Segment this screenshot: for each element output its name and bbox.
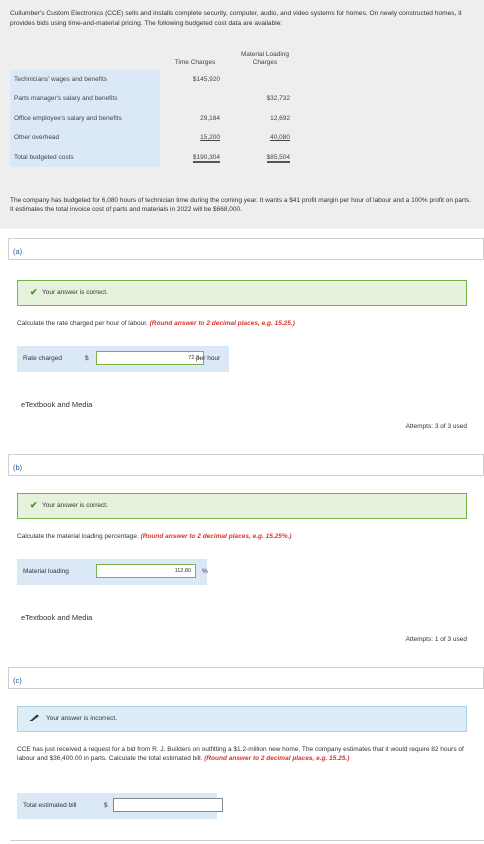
check-icon: ✔ — [30, 287, 38, 297]
row-label: Total budgeted costs — [10, 147, 160, 167]
answer-label: Total estimated bill — [23, 802, 77, 809]
table-row: Other overhead 15,200 40,080 — [10, 128, 300, 148]
table-row: Parts manager's salary and benefits $32,… — [10, 89, 300, 109]
question-hint: (Round answer to 2 decimal places, e.g. … — [140, 533, 292, 540]
status-text: Your answer is correct. — [42, 289, 108, 296]
table-row: Technicians' wages and benefits $145,920 — [10, 69, 300, 90]
part-c-question: CCE has just received a request for a bi… — [17, 745, 467, 763]
material-cell: $32,732 — [266, 95, 291, 103]
question-text: Calculate the rate charged per hour of l… — [17, 320, 148, 327]
material-cell: 12,692 — [270, 114, 290, 122]
part-b-label: (b) — [13, 463, 23, 472]
etextbook-link[interactable]: eTextbook and Media — [21, 400, 92, 409]
part-a-status-banner: ✔ Your answer is correct. — [17, 280, 467, 306]
part-a-answer-row: Rate charged $ 72.3 per hour — [17, 346, 229, 372]
answer-label: Rate charged — [23, 355, 63, 362]
row-label: Parts manager's salary and benefits — [10, 89, 160, 109]
time-cell: 15,200 — [200, 134, 220, 142]
part-c-header: (c) — [8, 667, 484, 689]
question-hint: (Round answer to 2 decimal places, e.g. … — [149, 320, 295, 327]
time-cell — [160, 89, 230, 109]
part-b-header: (b) — [8, 454, 484, 476]
material-cell: 40,080 — [270, 134, 290, 142]
material-loading-input[interactable]: 112.80 — [96, 564, 196, 578]
currency-symbol: $ — [85, 355, 89, 362]
row-label: Technicians' wages and benefits — [10, 69, 160, 89]
attempts-counter: Attempts: 3 of 3 used — [405, 423, 467, 430]
material-cell: $85,504 — [266, 153, 290, 163]
divider — [10, 840, 484, 841]
table-row: Office employee's salary and benefits 29… — [10, 108, 300, 128]
total-bill-input[interactable] — [113, 798, 223, 812]
part-c-status-banner: Your answer is incorrect. — [17, 706, 467, 732]
part-b-answer-row: Material loading 112.80 % — [17, 559, 208, 585]
row-label: Other overhead — [10, 128, 160, 148]
row-label: Office employee's salary and benefits — [10, 108, 160, 128]
problem-intro: Cullumber's Custom Electronics (CCE) sel… — [10, 10, 462, 27]
problem-narrative: The company has budgeted for 6,080 hours… — [10, 197, 472, 213]
part-c-label: (c) — [13, 676, 22, 685]
time-cell: $145,920 — [192, 75, 220, 83]
part-c-answer-row: Total estimated bill $ — [17, 793, 223, 819]
time-cell: $190,304 — [192, 153, 220, 163]
unit-label: % — [202, 568, 208, 575]
col-material-header: Material Loading Charges — [240, 50, 290, 66]
time-cell: 29,184 — [200, 114, 220, 122]
currency-symbol: $ — [104, 802, 108, 809]
etextbook-link[interactable]: eTextbook and Media — [21, 613, 92, 622]
col-time-header: Time Charges — [174, 58, 216, 66]
check-icon: ✔ — [30, 500, 38, 510]
attempts-counter: Attempts: 1 of 3 used — [405, 636, 467, 643]
part-a-question: Calculate the rate charged per hour of l… — [17, 319, 467, 328]
material-cell — [230, 70, 300, 90]
status-text: Your answer is incorrect. — [46, 715, 117, 722]
cost-table: Time Charges Material Loading Charges Te… — [10, 50, 300, 167]
part-b-question: Calculate the material loading percentag… — [17, 532, 467, 541]
answer-label: Material loading — [23, 568, 69, 575]
part-a-header: (a) — [8, 238, 484, 260]
status-text: Your answer is correct. — [42, 502, 108, 509]
part-b-status-banner: ✔ Your answer is correct. — [17, 493, 467, 519]
unit-label: per hour — [196, 355, 221, 362]
part-a-label: (a) — [13, 247, 23, 256]
question-text: Calculate the material loading percentag… — [17, 533, 139, 540]
pencil-icon — [30, 714, 39, 721]
rate-charged-input[interactable]: 72.3 — [96, 351, 204, 365]
table-row: Total budgeted costs $190,304 $85,504 — [10, 147, 300, 167]
question-hint: (Round answer to 2 decimal places, e.g. … — [204, 755, 350, 762]
problem-statement: Cullumber's Custom Electronics (CCE) sel… — [0, 0, 484, 229]
